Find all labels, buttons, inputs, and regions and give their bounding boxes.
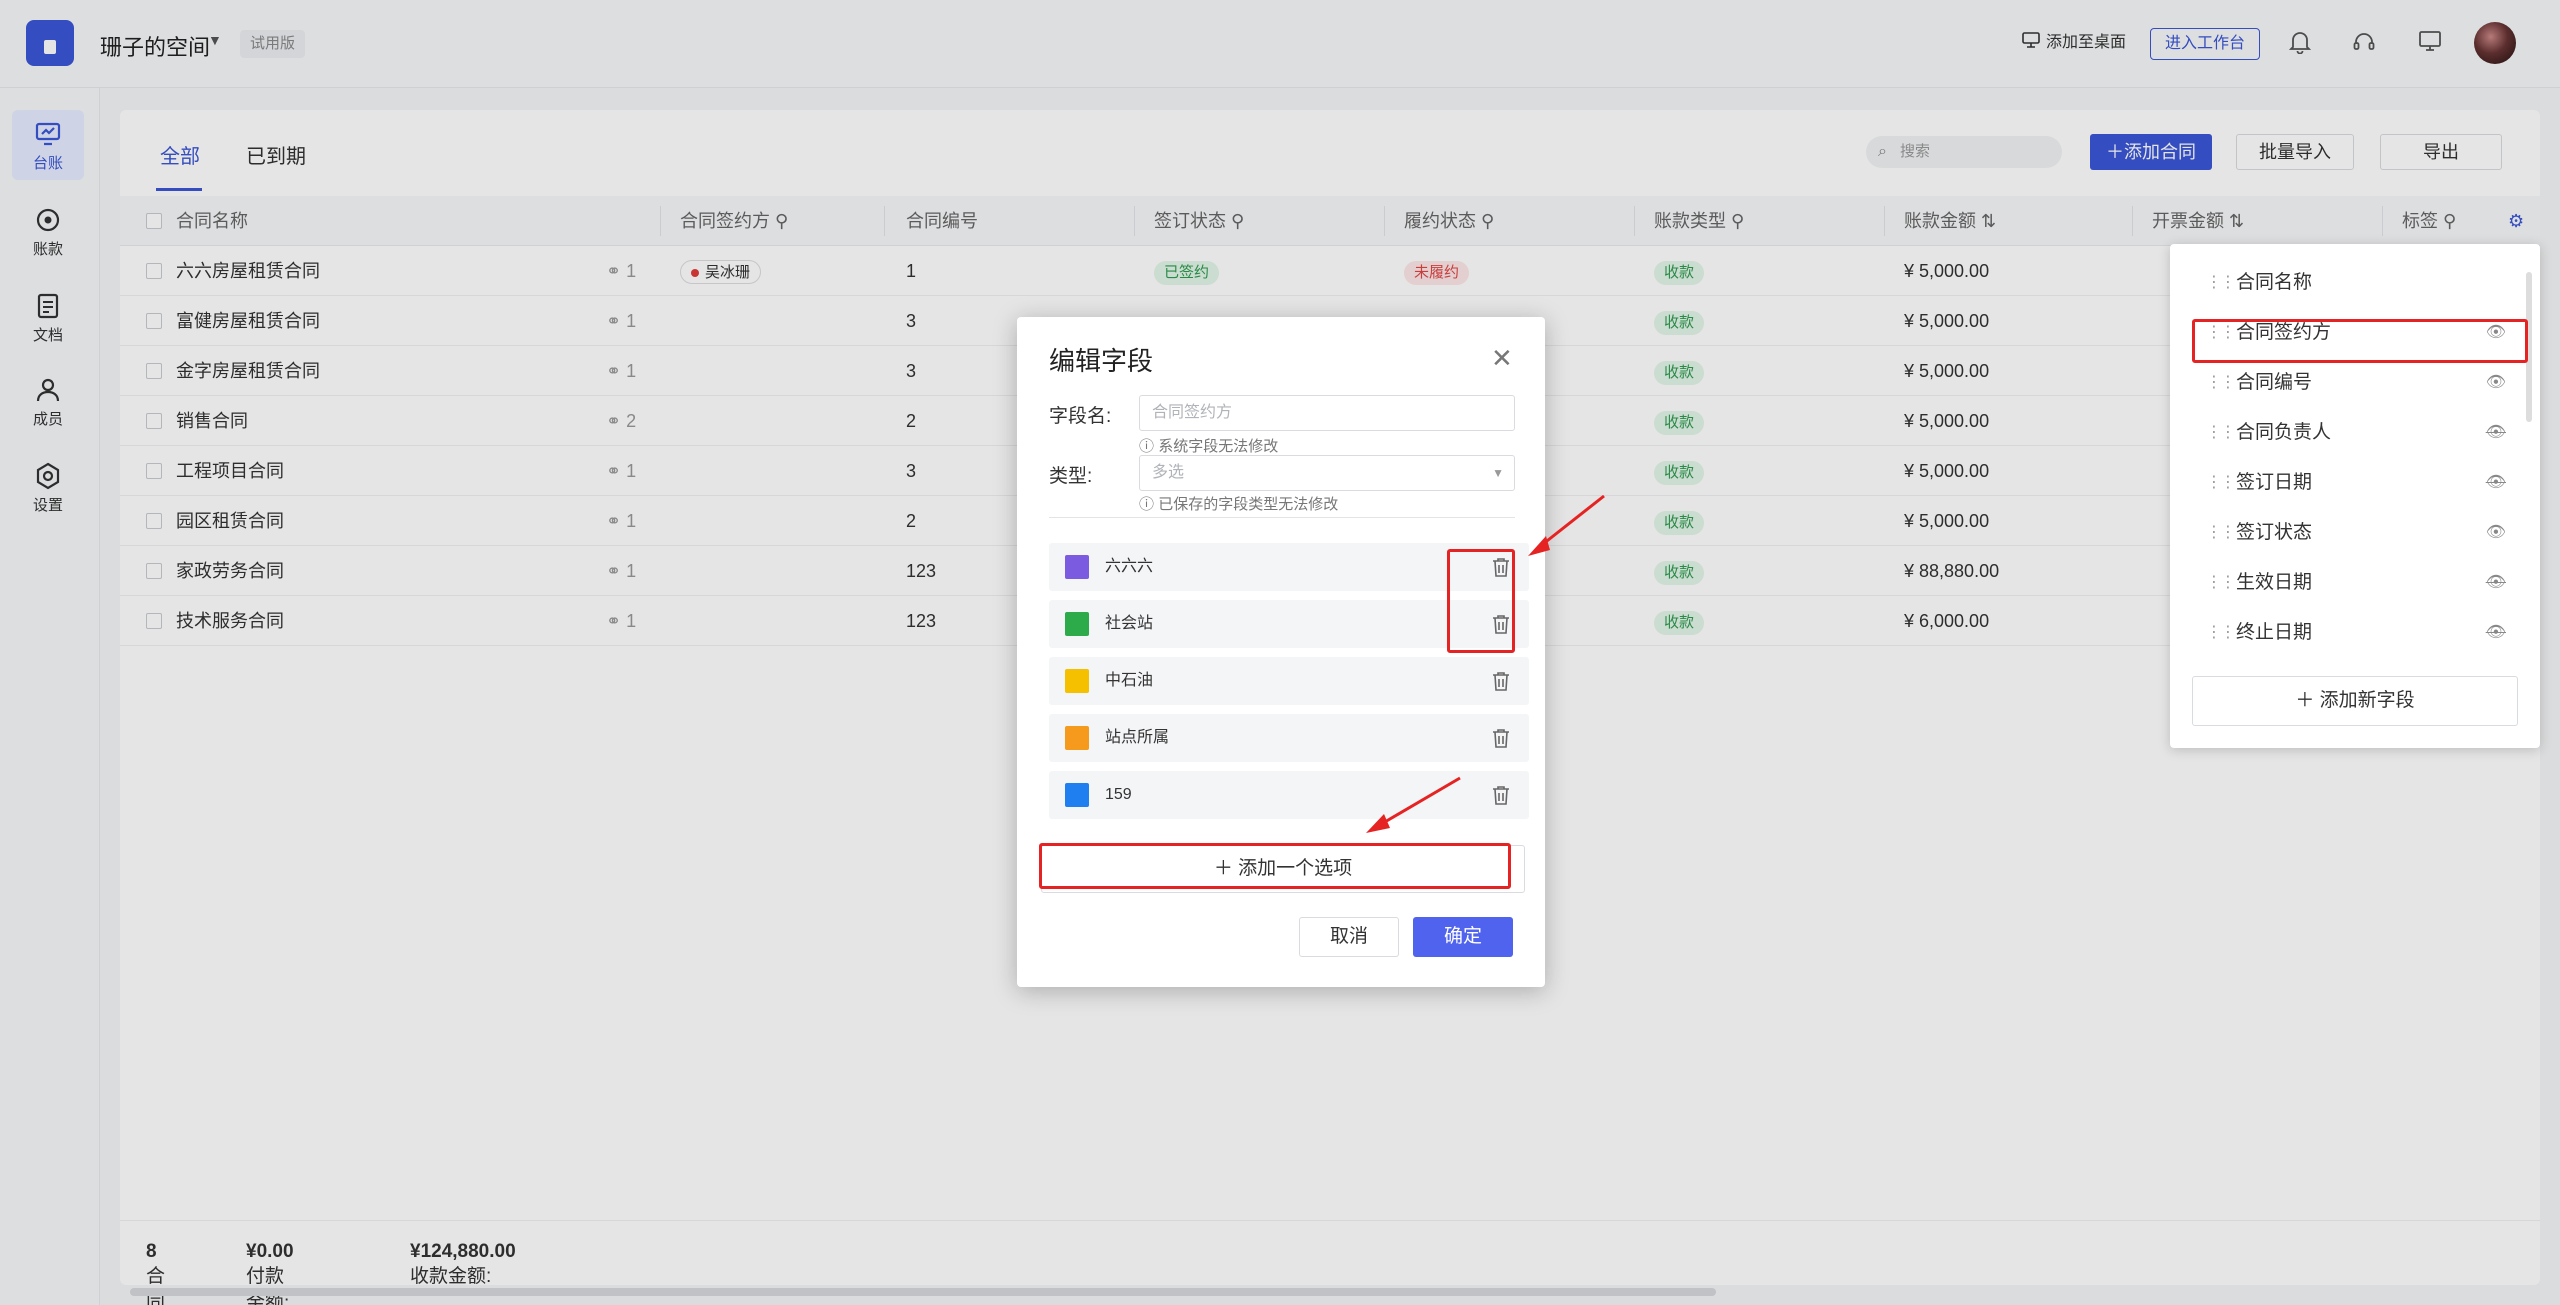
annotation-arrows	[1366, 494, 1605, 833]
